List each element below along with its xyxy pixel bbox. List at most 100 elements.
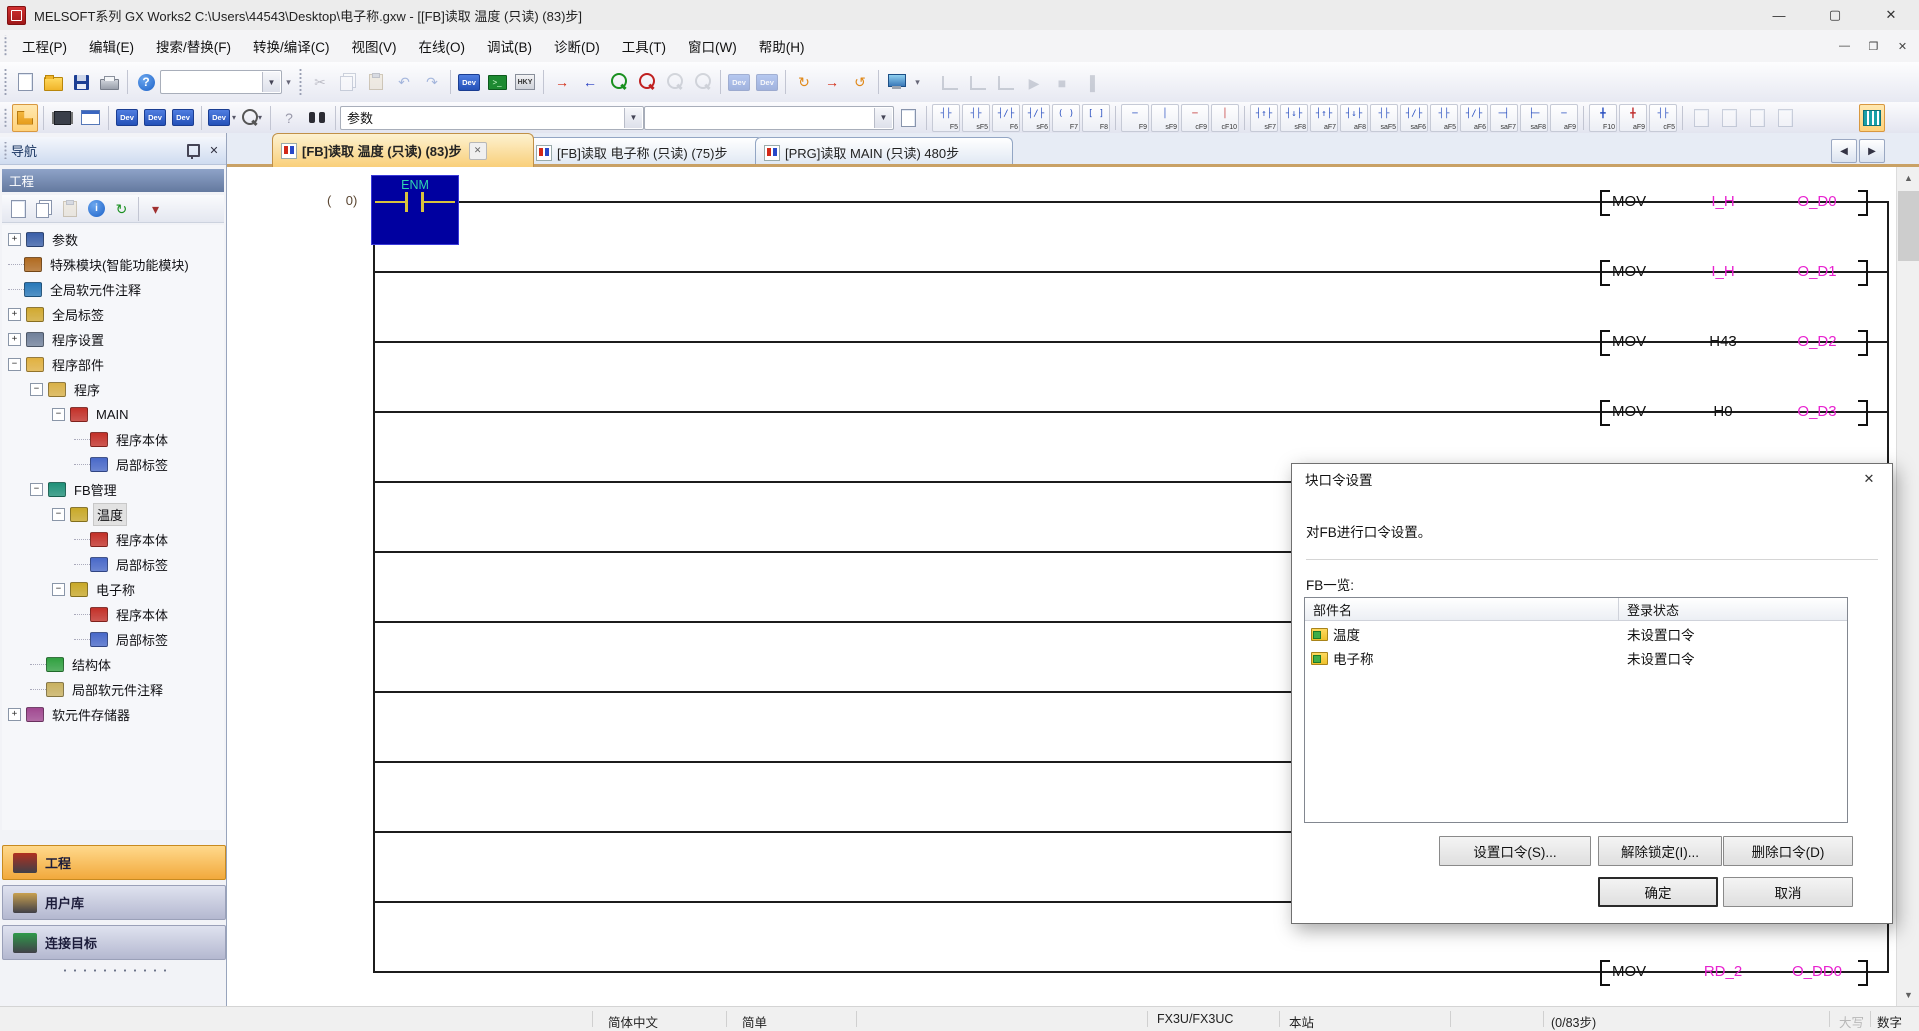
remote-operation-icon[interactable] bbox=[884, 68, 910, 96]
tree-item-程序本体[interactable]: 程序本体 bbox=[74, 602, 171, 627]
menu-搜索/替换[interactable]: 搜索/替换(F) bbox=[145, 30, 242, 62]
dialog-button-2[interactable]: 解除锁定(I)... bbox=[1598, 836, 1722, 866]
instruction-MOV-1[interactable]: MOVI_HO_D1 bbox=[1600, 259, 1868, 285]
redo-icon[interactable]: ↷ bbox=[419, 68, 445, 96]
new-file-icon[interactable] bbox=[12, 68, 38, 96]
element-selection-icon[interactable] bbox=[49, 104, 75, 132]
ladder-symbol-F9-icon[interactable]: ─F9 bbox=[1121, 104, 1149, 132]
ladder-symbol-cF5-icon[interactable]: ┤├cF5 bbox=[1649, 104, 1677, 132]
tree-item-结构体[interactable]: 结构体 bbox=[30, 652, 114, 677]
ladder-symbol-saF6-icon[interactable]: ┤/├saF6 bbox=[1400, 104, 1428, 132]
dropdown-arrow-icon[interactable]: ▾ bbox=[258, 113, 262, 122]
toolbar-overflow-chevron-icon[interactable]: ▾ bbox=[911, 69, 924, 95]
collapse-icon[interactable]: − bbox=[8, 358, 21, 371]
dialog-close-icon[interactable]: ✕ bbox=[1854, 468, 1884, 490]
ok-button[interactable]: 确定 bbox=[1598, 877, 1718, 907]
menu-视图[interactable]: 视图(V) bbox=[341, 30, 408, 62]
tree-item-局部软元件注释[interactable]: 局部软元件注释 bbox=[30, 677, 166, 702]
ladder-symbol-F8-icon[interactable]: [ ]F8 bbox=[1082, 104, 1110, 132]
write-to-plc-icon[interactable]: → bbox=[549, 68, 575, 96]
wire-tool-icon[interactable] bbox=[993, 69, 1019, 97]
close-panel-icon[interactable]: ✕ bbox=[205, 142, 223, 160]
wire-tool-icon[interactable] bbox=[965, 69, 991, 97]
expand-icon[interactable]: + bbox=[8, 233, 21, 246]
monitor-stop-icon[interactable] bbox=[633, 68, 659, 96]
data-info-icon[interactable]: i bbox=[84, 197, 109, 221]
sim-stop-icon[interactable]: ■ bbox=[1049, 69, 1075, 97]
new-item-icon[interactable] bbox=[6, 197, 31, 221]
selected-contact-ENM[interactable]: ENM bbox=[371, 175, 459, 245]
expand-icon[interactable]: + bbox=[8, 708, 21, 721]
device-batch-monitor-icon[interactable]: Dev bbox=[142, 104, 168, 132]
tree-item-局部标签[interactable]: 局部标签 bbox=[74, 627, 171, 652]
undo-icon[interactable]: ↶ bbox=[391, 68, 417, 96]
pin-icon[interactable] bbox=[184, 142, 202, 160]
scrollbar-thumb[interactable] bbox=[1898, 191, 1919, 261]
expand-icon[interactable]: + bbox=[8, 333, 21, 346]
instruction-MOV-0[interactable]: MOVI_HO_D0 bbox=[1600, 189, 1868, 215]
ladder-symbol-F10-icon[interactable]: ╋F10 bbox=[1589, 104, 1617, 132]
tree-item-局部标签[interactable]: 局部标签 bbox=[74, 552, 171, 577]
ladder-symbol-cF10-icon[interactable]: │cF10 bbox=[1211, 104, 1239, 132]
tree-item-软元件存储器[interactable]: +软元件存储器 bbox=[8, 702, 133, 727]
menu-转换/编译[interactable]: 转换/编译(C) bbox=[242, 30, 341, 62]
help-float-icon[interactable]: ? bbox=[276, 104, 302, 132]
output-window-icon[interactable] bbox=[77, 104, 103, 132]
paste-item-icon[interactable] bbox=[57, 197, 83, 221]
cut-icon[interactable]: ✂ bbox=[307, 68, 333, 96]
tree-item-全局软元件注释[interactable]: 全局软元件注释 bbox=[8, 277, 144, 302]
ladder-symbol-sF8-icon[interactable]: ┤↓├sF8 bbox=[1280, 104, 1308, 132]
tree-item-程序本体[interactable]: 程序本体 bbox=[74, 427, 171, 452]
tab-close-icon[interactable]: ✕ bbox=[469, 142, 487, 160]
menu-帮助[interactable]: 帮助(H) bbox=[748, 30, 816, 62]
ladder-symbol-saF7-icon[interactable]: ─┤saF7 bbox=[1490, 104, 1518, 132]
statement-edit-icon[interactable] bbox=[1772, 104, 1798, 132]
tree-item-特殊模块(智能功能模块)[interactable]: 特殊模块(智能功能模块) bbox=[8, 252, 192, 277]
menu-调试[interactable]: 调试(B) bbox=[476, 30, 543, 62]
menu-工具[interactable]: 工具(T) bbox=[611, 30, 677, 62]
edit-block-icon[interactable] bbox=[1716, 104, 1742, 132]
panel-splitter[interactable] bbox=[60, 968, 170, 973]
collapse-icon[interactable]: − bbox=[52, 408, 65, 421]
ladder-symbol-aF7-icon[interactable]: ┤↑├aF7 bbox=[1310, 104, 1338, 132]
column-header-status[interactable]: 登录状态 bbox=[1619, 598, 1679, 620]
device-display2-icon[interactable]: Dev bbox=[754, 68, 780, 96]
comment-edit-icon[interactable] bbox=[1744, 104, 1770, 132]
tree-item-参数[interactable]: +参数 bbox=[8, 227, 81, 252]
menu-诊断[interactable]: 诊断(D) bbox=[543, 30, 611, 62]
combo-arrow-icon[interactable]: ▼ bbox=[624, 108, 642, 128]
column-header-name[interactable]: 部件名 bbox=[1305, 598, 1619, 620]
tab-scroll-left-icon[interactable]: ◀ bbox=[1831, 139, 1857, 163]
dropdown-arrow-icon[interactable]: ▾ bbox=[232, 113, 236, 122]
ladder-symbol-sF9-icon[interactable]: │sF9 bbox=[1151, 104, 1179, 132]
mdi-close-icon[interactable]: ✕ bbox=[1888, 34, 1917, 58]
tree-item-局部标签[interactable]: 局部标签 bbox=[74, 452, 171, 477]
vertical-scrollbar[interactable]: ▲ ▼ bbox=[1896, 167, 1919, 1006]
device-use-list-icon[interactable]: Dev bbox=[114, 104, 140, 132]
tree-item-全局标签[interactable]: +全局标签 bbox=[8, 302, 107, 327]
instruction-MOV-11[interactable]: MOVRD_2O_DD0 bbox=[1600, 959, 1868, 985]
fb-list-row-电子称[interactable]: 电子称未设置口令 bbox=[1305, 646, 1847, 670]
wire-tool-icon[interactable] bbox=[937, 69, 963, 97]
sort-icon[interactable]: ▾ bbox=[143, 197, 168, 221]
save-icon[interactable] bbox=[68, 68, 94, 96]
window-close-button[interactable]: ✕ bbox=[1863, 0, 1919, 30]
device-find-icon[interactable]: ▾ bbox=[239, 104, 265, 132]
transfer-icon[interactable]: → bbox=[819, 68, 845, 96]
monitor-read-icon[interactable] bbox=[689, 68, 715, 96]
tree-item-程序[interactable]: −程序 bbox=[30, 377, 103, 402]
device-comment-icon[interactable]: Dev bbox=[456, 68, 482, 96]
dialog-button-3[interactable]: 删除口令(D) bbox=[1723, 836, 1853, 866]
expand-icon[interactable]: + bbox=[8, 308, 21, 321]
menu-窗口[interactable]: 窗口(W) bbox=[677, 30, 748, 62]
nav-view-button-用户库[interactable]: 用户库 bbox=[2, 885, 226, 920]
ladder-symbol-F5-icon[interactable]: ┤├F5 bbox=[932, 104, 960, 132]
device-batch-icon[interactable]: HKY bbox=[512, 68, 538, 96]
find-combo[interactable]: ▼ bbox=[644, 106, 894, 130]
sim-start-icon[interactable]: ▶ bbox=[1021, 69, 1047, 97]
monitor-start-icon[interactable] bbox=[605, 68, 631, 96]
nav-view-button-连接目标[interactable]: 连接目标 bbox=[2, 925, 226, 960]
ladder-symbol-aF9-icon[interactable]: ╋aF9 bbox=[1619, 104, 1647, 132]
open-project-icon[interactable] bbox=[40, 68, 66, 96]
ladder-symbol-aF6-icon[interactable]: ┤/├aF6 bbox=[1460, 104, 1488, 132]
